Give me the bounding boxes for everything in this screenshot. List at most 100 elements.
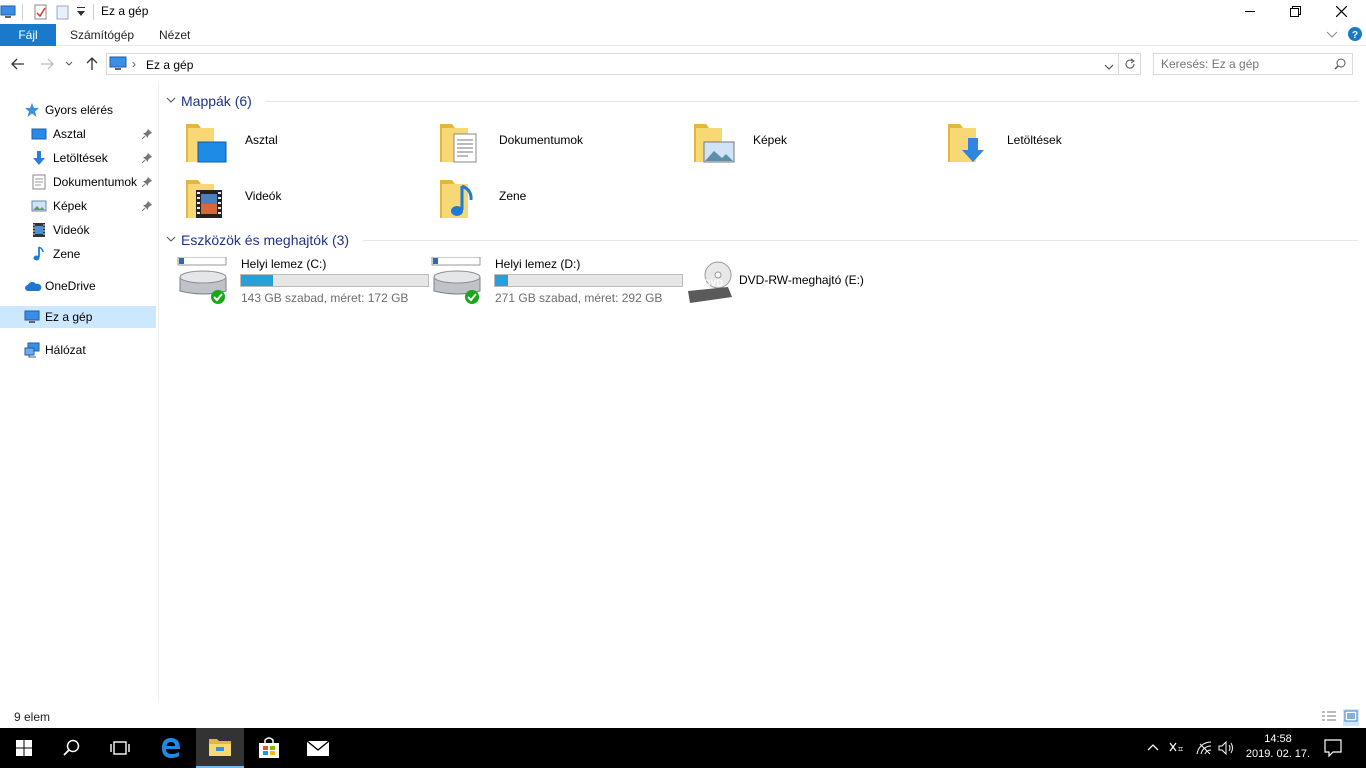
nav-onedrive[interactable]: OneDrive (0, 275, 156, 297)
drive-d[interactable]: Helyi lemez (D:) 271 GB szabad, méret: 2… (430, 257, 683, 307)
folder-pictures[interactable]: Képek (688, 116, 938, 166)
folder-documents[interactable]: Dokumentumok (434, 116, 684, 166)
volume-icon[interactable] (1218, 740, 1236, 759)
taskbar: ⌗ 14:58 2019. 02. 17. (0, 728, 1366, 768)
forward-button[interactable] (37, 54, 57, 74)
start-button[interactable] (0, 728, 48, 768)
computer-icon (0, 4, 16, 23)
edge-icon (162, 738, 180, 758)
music-folder-icon (440, 180, 473, 218)
ribbon-tabs: Fájl Számítógép Nézet ? (0, 24, 1366, 46)
nav-item-music[interactable]: Zene (0, 243, 156, 265)
pin-icon[interactable] (141, 152, 152, 166)
pin-icon[interactable] (141, 128, 152, 142)
close-button[interactable] (1318, 0, 1364, 22)
folder-label: Videók (245, 189, 282, 203)
address-dropdown-icon[interactable] (1104, 60, 1114, 74)
tab-file[interactable]: Fájl (0, 24, 56, 46)
status-item-count: 9 elem (14, 710, 51, 724)
large-icons-view-icon[interactable] (1343, 709, 1359, 726)
tab-computer[interactable]: Számítógép (70, 28, 134, 42)
drive-name: Helyi lemez (D:) (495, 257, 581, 271)
address-bar[interactable]: › Ez a gép (106, 53, 1119, 75)
search-box[interactable] (1153, 53, 1353, 75)
taskbar-clock[interactable]: 14:58 2019. 02. 17. (1240, 732, 1316, 762)
folder-label: Dokumentumok (499, 133, 584, 147)
input-indicator-icon[interactable]: ⌗ (1168, 740, 1188, 759)
dvd-label: DVD-RW-meghajtó (E:) (739, 273, 864, 287)
folder-desktop[interactable]: Asztal (180, 116, 430, 166)
search-taskbar-button[interactable] (48, 728, 96, 768)
nav-item-documents[interactable]: Dokumentumok (0, 171, 156, 193)
drive-name: Helyi lemez (C:) (241, 257, 327, 271)
folder-videos[interactable]: Videók (180, 172, 430, 222)
devices-header-label: Eszközök és meghajtók (3) (181, 232, 350, 248)
nav-label: Gyors elérés (45, 103, 114, 117)
restore-button[interactable] (1272, 0, 1318, 22)
action-center-icon[interactable] (1324, 739, 1342, 760)
folder-label: Letöltések (1007, 133, 1062, 147)
recent-locations-button[interactable] (62, 54, 76, 74)
pane-splitter[interactable] (158, 82, 159, 702)
pin-icon[interactable] (141, 176, 152, 190)
new-folder-icon[interactable] (56, 4, 70, 23)
store-taskbar-button[interactable] (245, 728, 293, 768)
wifi-icon[interactable] (1195, 740, 1213, 759)
devices-group-header[interactable]: Eszközök és meghajtók (3) (166, 231, 1358, 249)
back-button[interactable] (8, 54, 28, 74)
help-icon[interactable]: ? (1348, 27, 1362, 44)
folders-group-header[interactable]: Mappák (6) (166, 92, 1358, 110)
nav-item-pictures[interactable]: Képek (0, 195, 156, 217)
nav-label: Letöltések (53, 151, 108, 165)
pin-icon[interactable] (141, 200, 152, 214)
details-view-icon[interactable] (1321, 710, 1337, 725)
nav-item-desktop[interactable]: Asztal (0, 123, 156, 145)
nav-network[interactable]: Hálózat (0, 339, 156, 361)
search-icon[interactable] (1334, 58, 1346, 73)
navigation-bar: › Ez a gép (0, 50, 1366, 78)
desktop-folder-icon (186, 124, 227, 163)
window-title: Ez a gép (101, 4, 149, 18)
search-icon (63, 739, 80, 756)
edge-taskbar-button[interactable] (147, 728, 195, 768)
nav-this-pc[interactable]: Ez a gép (0, 306, 156, 328)
nav-item-downloads[interactable]: Letöltések (0, 147, 156, 169)
drive-info: 143 GB szabad, méret: 172 GB (241, 291, 409, 305)
qat-dropdown-icon[interactable] (76, 6, 86, 21)
task-view-button[interactable] (96, 728, 144, 768)
minimize-button[interactable] (1227, 0, 1273, 22)
nav-item-videos[interactable]: Videók (0, 219, 156, 241)
search-input[interactable] (1154, 54, 1324, 74)
hard-drive-icon (177, 257, 227, 304)
drive-e-dvd[interactable]: DVD DVD-RW-meghajtó (E:) (684, 257, 934, 307)
folders-header-label: Mappák (6) (181, 93, 252, 109)
folder-music[interactable]: Zene (434, 172, 684, 222)
ribbon-expand-icon[interactable] (1326, 29, 1338, 43)
breadcrumb[interactable]: Ez a gép (146, 58, 193, 72)
drive-usage-bar (240, 274, 429, 287)
show-hidden-icons-button[interactable] (1147, 741, 1159, 755)
properties-icon[interactable] (33, 4, 49, 23)
breadcrumb-chevron-icon: › (132, 57, 136, 71)
mail-taskbar-button[interactable] (294, 728, 342, 768)
folder-downloads[interactable]: Letöltések (942, 116, 1192, 166)
drive-c[interactable]: Helyi lemez (C:) 143 GB szabad, méret: 1… (176, 257, 429, 307)
refresh-button[interactable] (1119, 53, 1141, 75)
tab-view[interactable]: Nézet (159, 28, 190, 42)
drive-info: 271 GB szabad, méret: 292 GB (495, 291, 663, 305)
explorer-taskbar-button[interactable] (196, 728, 244, 768)
nav-label: OneDrive (45, 279, 96, 293)
clock-time: 14:58 (1264, 733, 1292, 745)
folder-icon (209, 739, 231, 756)
this-pc-icon (109, 56, 127, 75)
nav-quick-access[interactable]: Gyors elérés (0, 99, 156, 121)
downloads-folder-icon (948, 124, 984, 162)
up-button[interactable] (82, 54, 102, 74)
nav-label: Videók (53, 223, 90, 237)
mail-icon (306, 740, 330, 756)
pictures-folder-icon (694, 124, 735, 163)
dvd-logo: DVD (704, 278, 724, 288)
videos-folder-icon (186, 180, 222, 218)
clock-date: 2019. 02. 17. (1245, 748, 1311, 760)
windows-icon (16, 740, 32, 756)
